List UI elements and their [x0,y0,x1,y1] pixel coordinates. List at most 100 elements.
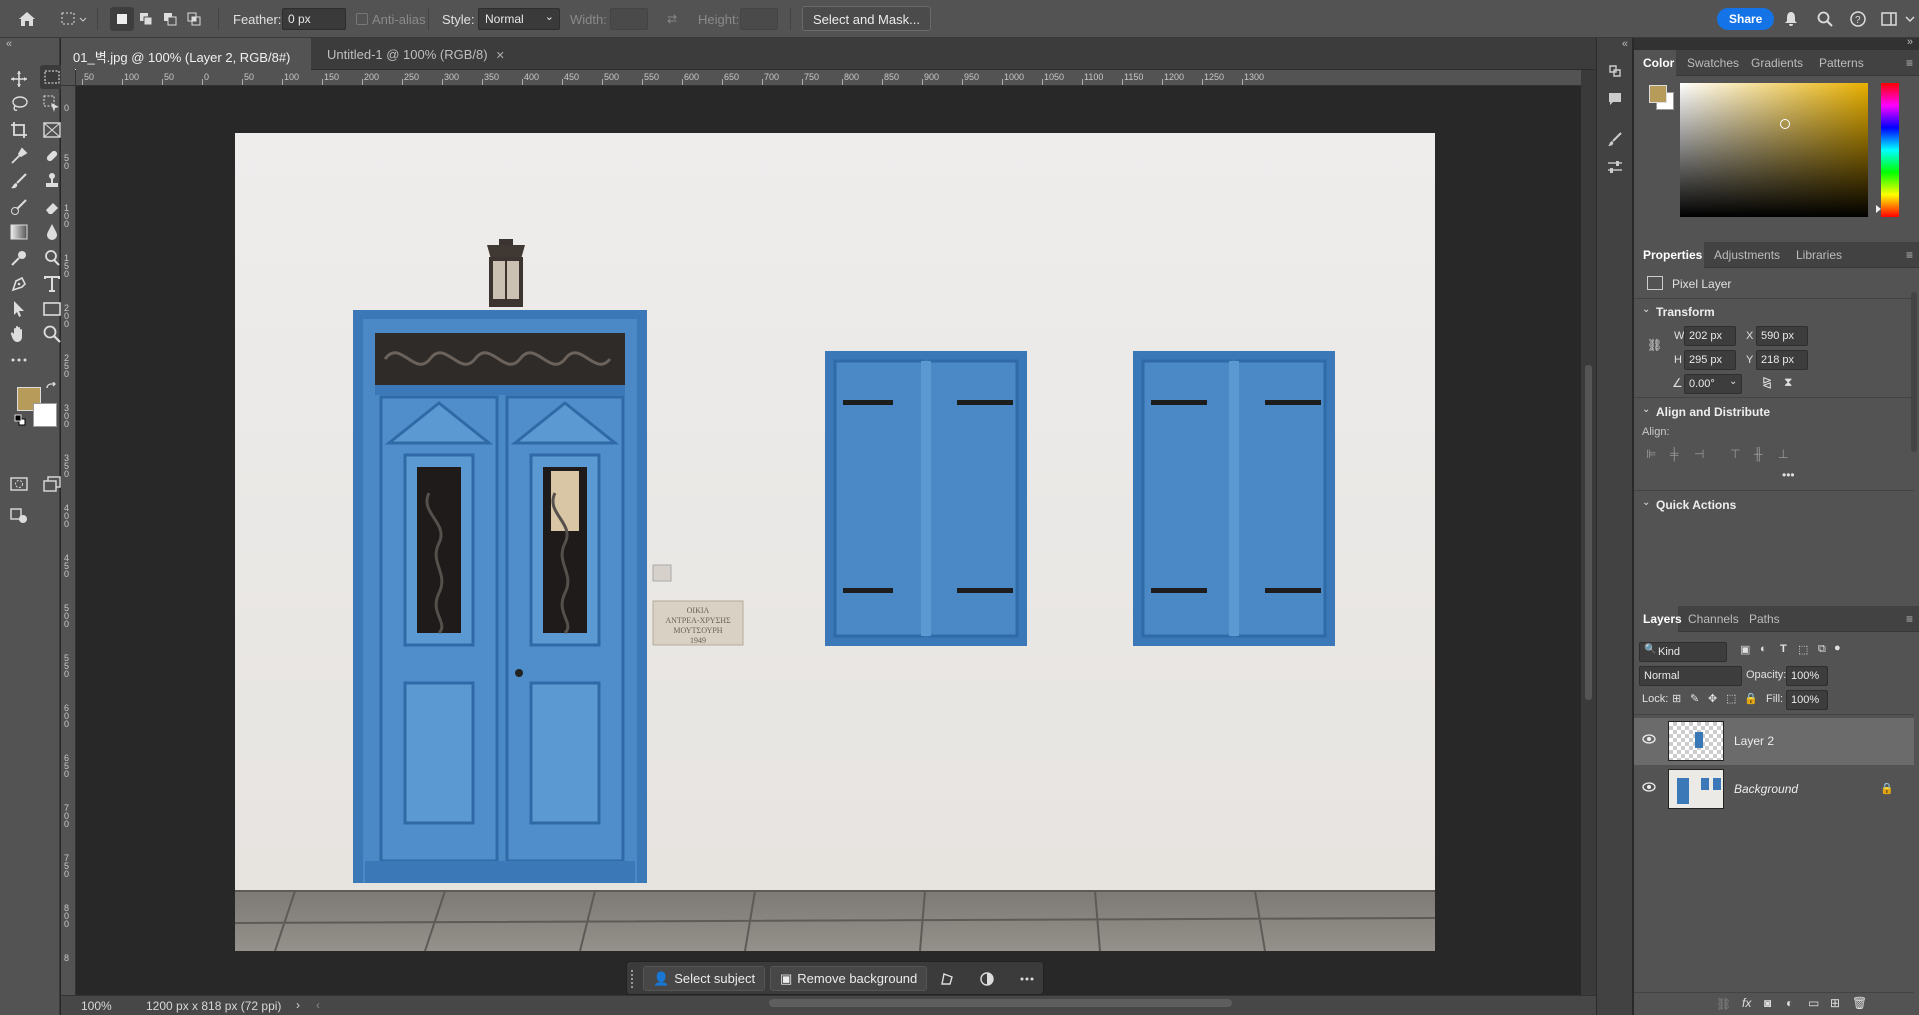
link-layers-icon[interactable]: ⛓ [1716,997,1731,1011]
search-icon[interactable] [1816,10,1834,28]
align-left-icon[interactable]: ⊫ [1646,447,1656,461]
tab-color[interactable]: Color [1643,56,1674,70]
tab-document-2[interactable]: Untitled-1 @ 100% (RGB/8) ✕ [315,38,545,70]
filter-pixel-icon[interactable]: ▣ [1740,643,1750,656]
color-field[interactable] [1680,83,1868,217]
history-brush-tool-icon[interactable] [7,195,31,219]
brush-tool-icon[interactable] [7,169,31,193]
scroll-thumb[interactable] [1585,365,1592,700]
lock-icon[interactable]: 🔒 [1880,782,1894,795]
chevron-down-icon[interactable]: ⌄ [1642,404,1650,415]
help-icon[interactable]: ? [1849,10,1867,28]
lock-transparent-icon[interactable]: ⊞ [1672,692,1681,705]
select-subject-button[interactable]: 👤 Select subject [643,966,766,991]
document-info[interactable]: 1200 px x 818 px (72 ppi) [146,999,281,1013]
align-top-icon[interactable]: ⊤ [1730,447,1740,461]
crop-tool-icon[interactable] [7,118,31,142]
hue-marker[interactable] [1876,205,1881,213]
align-distribute-title[interactable]: Align and Distribute [1656,405,1770,419]
blend-mode-select[interactable]: Normal [1639,666,1742,686]
swap-dimensions-icon[interactable]: ⇄ [662,11,682,27]
chevron-down-icon[interactable]: ⌄ [1642,497,1650,508]
new-selection-icon[interactable] [110,7,134,31]
opacity-field[interactable]: 100% [1786,666,1828,686]
align-middle-v-icon[interactable]: ╫ [1754,447,1763,461]
select-and-mask-button[interactable]: Select and Mask... [802,6,931,31]
tab-paths[interactable]: Paths [1749,612,1780,626]
gradient-tool-icon[interactable] [7,220,31,244]
home-icon[interactable] [16,9,38,29]
filter-type-icon[interactable]: T [1780,643,1787,655]
collapse-panels-icon[interactable]: » [1907,36,1913,48]
tab-gradients[interactable]: Gradients [1751,56,1803,70]
align-center-h-icon[interactable]: ╪ [1670,447,1679,461]
visibility-eye-icon[interactable] [1642,781,1656,795]
quick-mask-icon[interactable] [7,472,31,496]
filter-adjustment-icon[interactable]: ◐ [1760,643,1767,655]
lasso-tool-icon[interactable] [7,92,31,116]
panel-menu-icon[interactable]: ≡ [1906,56,1913,70]
adjustment-icon[interactable] [977,969,997,989]
delete-layer-icon[interactable]: 🗑 [1852,996,1867,1010]
chevron-down-icon[interactable]: ⌄ [1642,304,1650,315]
lock-all-icon[interactable]: 🔒 [1744,692,1758,705]
move-tool-icon[interactable] [7,67,31,91]
tab-channels[interactable]: Channels [1688,612,1739,626]
height-field[interactable]: 295 px [1684,350,1736,370]
eyedropper-tool-icon[interactable] [7,144,31,168]
more-align-options-icon[interactable]: ••• [1782,468,1795,482]
add-mask-icon[interactable]: ◙ [1764,996,1771,1010]
background-color-swatch[interactable] [33,403,57,427]
tab-layers[interactable]: Layers [1643,612,1682,626]
filter-toggle-icon[interactable]: ● [1834,642,1841,654]
panel-menu-icon[interactable]: ≡ [1906,248,1913,262]
anti-alias-checkbox[interactable] [356,13,368,25]
transform-icon[interactable] [937,969,957,989]
lock-artboard-icon[interactable]: ⬚ [1726,692,1736,705]
tab-document-1[interactable]: 01_벽.jpg @ 100% (Layer 2, RGB/8#) *✕ [61,38,311,81]
more-options-icon[interactable] [1017,969,1037,989]
history-icon[interactable] [1604,60,1626,82]
more-tools-icon[interactable] [7,348,31,372]
lock-position-icon[interactable]: ✥ [1708,692,1717,705]
close-icon[interactable]: ✕ [496,50,505,62]
ruler-origin[interactable] [61,70,76,86]
adjustments-sliders-icon[interactable] [1604,156,1626,178]
notifications-bell-icon[interactable] [1782,10,1800,28]
align-bottom-icon[interactable]: ⊥ [1778,447,1788,461]
workspace-icon[interactable] [1880,10,1898,28]
panel-menu-icon[interactable]: ≡ [1906,612,1913,626]
filter-smart-object-icon[interactable]: ⧉ [1818,643,1826,656]
layer-name[interactable]: Layer 2 [1734,734,1774,748]
flip-horizontal-icon[interactable]: ⧎ [1762,375,1772,389]
color-picker-cursor[interactable] [1780,119,1790,129]
layer-row-background[interactable]: Background 🔒 [1634,766,1914,813]
layer-row-layer-2[interactable]: Layer 2 [1634,718,1914,765]
filter-shape-icon[interactable]: ⬚ [1798,643,1808,656]
properties-scrollbar[interactable] [1911,292,1917,452]
width-input[interactable] [610,8,648,30]
visibility-eye-icon[interactable] [1642,733,1656,747]
subtract-from-selection-icon[interactable] [158,7,182,31]
default-colors-icon[interactable] [13,413,27,427]
width-field[interactable]: 202 px [1684,326,1736,346]
pen-tool-icon[interactable] [7,272,31,296]
add-to-selection-icon[interactable] [134,7,158,31]
remove-background-button[interactable]: ▣ Remove background [770,966,928,991]
canvas-area[interactable]: ΟΙΚΙΑ ΑΝΤΡΕΑ-ΧΡΥΣΗΣ ΜΟΥΤΣΟΥΡΗ 1949 [77,87,1581,995]
height-input[interactable] [740,8,778,30]
style-select[interactable]: Normal [478,8,560,30]
share-button[interactable]: Share [1717,8,1775,30]
tab-adjustments[interactable]: Adjustments [1714,248,1780,262]
path-selection-tool-icon[interactable] [7,297,31,321]
comments-icon[interactable] [1604,88,1626,110]
color-fg-swatch[interactable] [1649,85,1667,103]
horizontal-ruler[interactable]: 50 100 50 0 50 100 150 200 250 300 350 400 450 500 550… [76,70,1581,86]
hand-tool-icon[interactable] [7,322,31,346]
layer-style-fx-icon[interactable]: fx [1742,996,1751,1010]
feather-input[interactable]: 0 px [282,8,346,30]
transform-title[interactable]: Transform [1656,305,1715,319]
layer-name[interactable]: Background [1734,782,1798,796]
quick-actions-title[interactable]: Quick Actions [1656,498,1736,512]
intersect-selection-icon[interactable] [182,7,206,31]
